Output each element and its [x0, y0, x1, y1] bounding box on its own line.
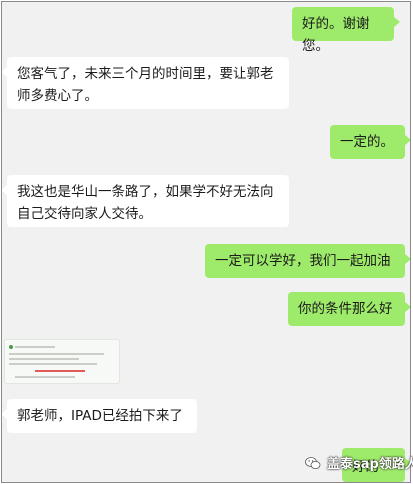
outgoing-message[interactable]: 好的。谢谢您。 — [292, 7, 400, 54]
incoming-message[interactable]: 郭老师，IPAD已经拍下来了 — [2, 399, 197, 433]
chat-window: 好的。谢谢您。 您客气了，未来三个月的时间里，要让郭老师多费心了。 一定的。 我… — [1, 1, 411, 483]
message-text: 好的。谢谢您。 — [302, 16, 370, 54]
outgoing-message[interactable]: 一定可以学好，我们一起加油 — [205, 244, 410, 278]
incoming-message[interactable]: 您客气了，未来三个月的时间里，要让郭老师多费心了。 — [2, 57, 289, 109]
message-text: 一定的。 — [340, 134, 394, 150]
message-text: 郭老师，IPAD已经拍下来了 — [17, 408, 183, 424]
thumbnail-highlight — [35, 370, 85, 372]
message-text: 一定可以学好，我们一起加油 — [215, 253, 391, 269]
thumbnail-dot — [9, 345, 13, 349]
message-text: 我这也是华山一条路了，如果学不好无法向自己交待向家人交待。 — [17, 184, 274, 222]
outgoing-message[interactable]: 你的条件那么好 — [288, 292, 410, 326]
thumbnail-line — [15, 346, 55, 348]
thumbnail-line — [9, 353, 104, 355]
thumbnail-line — [9, 358, 79, 360]
outgoing-message[interactable]: 一定的。 — [330, 125, 410, 159]
message-text: 你的条件那么好 — [298, 301, 393, 317]
image-message-thumbnail[interactable] — [4, 339, 120, 384]
thumbnail-line — [15, 376, 75, 378]
message-text: 您客气了，未来三个月的时间里，要让郭老师多费心了。 — [17, 66, 274, 104]
wechat-icon — [305, 457, 321, 469]
thumbnail-line — [9, 363, 97, 365]
watermark: 盖泰sap领路人 — [305, 453, 413, 473]
incoming-message[interactable]: 我这也是华山一条路了，如果学不好无法向自己交待向家人交待。 — [2, 175, 289, 227]
watermark-text: 盖泰sap领路人 — [327, 457, 413, 472]
